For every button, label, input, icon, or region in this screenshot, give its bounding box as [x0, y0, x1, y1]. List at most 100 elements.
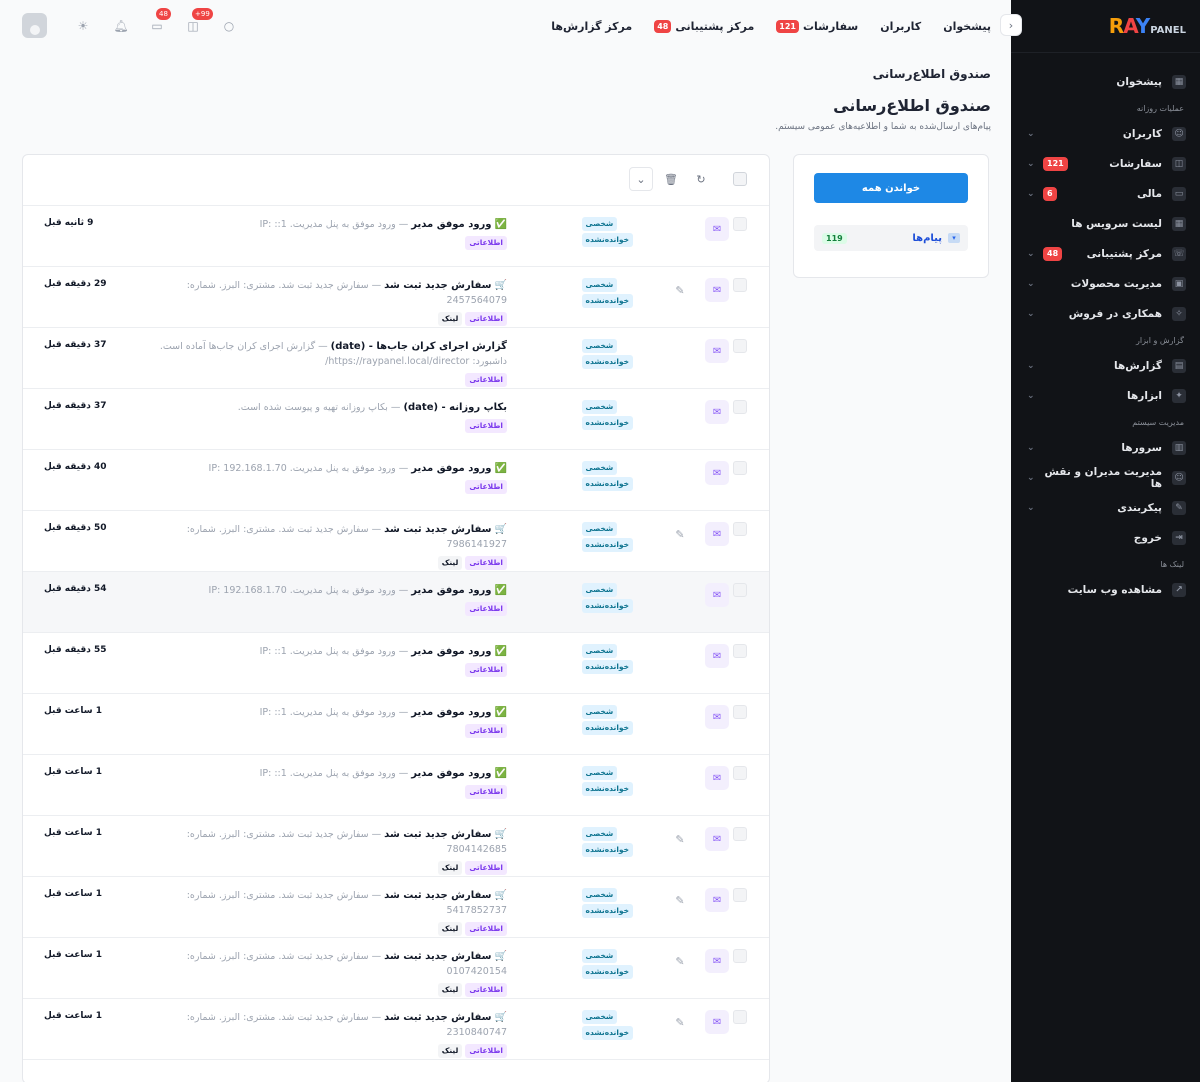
status-badge: خوانده‌نشده — [581, 477, 633, 491]
row-checkbox[interactable] — [733, 644, 747, 658]
notification-tag: اطلاعاتی — [465, 922, 507, 936]
row-checkbox[interactable] — [733, 705, 747, 719]
notification-row[interactable]: ✉ شخصی خوانده‌نشده ✅ ورود موفق مدیر — ورود … — [23, 450, 769, 511]
sidebar-item[interactable]: ▤ گزارش‌ها ⌄ — [1011, 351, 1200, 381]
brand-logo[interactable]: RAYPANEL — [1011, 0, 1200, 53]
row-checkbox[interactable] — [733, 278, 747, 292]
topnav-item[interactable]: کاربران — [880, 20, 921, 33]
sidebar-item[interactable]: ◫ سفارشات 121 ⌄ — [1011, 149, 1200, 179]
sidebar-item-label: گزارش‌ها — [1114, 360, 1162, 372]
status-badges: شخصی خوانده‌نشده — [581, 888, 633, 918]
topnav-item-label: مرکز پشتیبانی — [675, 20, 755, 33]
message-icon: ✉ — [705, 217, 729, 241]
open-link-icon[interactable]: ✎ — [673, 1015, 687, 1029]
open-link-icon[interactable]: ✎ — [673, 283, 687, 297]
more-dropdown-button[interactable]: ⌄ — [629, 167, 653, 191]
row-checkbox[interactable] — [733, 827, 747, 841]
message-icon: ✉ — [705, 766, 729, 790]
folder-messages[interactable]: ▾ پیام‌ها 119 — [814, 225, 968, 251]
notification-tags: اطلاعاتی — [127, 480, 507, 494]
sidebar-item-label: کاربران — [1122, 128, 1162, 140]
notification-text: 🛒 سفارش جدید ثبت شد — سفارش جدید ثبت شد.… — [186, 951, 507, 977]
row-checkbox[interactable] — [733, 400, 747, 414]
theme-toggle-icon[interactable]: ☀ — [74, 17, 92, 35]
sidebar-item-label: مالی — [1136, 188, 1162, 200]
sidebar-nav: ▦ پیشخوان عملیات روزانه ☺ کاربران ⌄ ◫ سفارشات 12… — [1011, 53, 1200, 605]
notification-row[interactable]: ✉ ✎ شخصی خوانده‌نشده 🛒 سفارش جدید ثبت شد — س… — [23, 511, 769, 572]
open-link-icon[interactable]: ✎ — [673, 954, 687, 968]
notification-tag: لینک — [437, 983, 463, 997]
sidebar-item-label: پیشخوان — [1116, 76, 1162, 88]
notification-body: ✅ ورود موفق مدیر — ورود موفق به پنل مدیر… — [127, 766, 507, 799]
refresh-button[interactable]: ↻ — [689, 167, 713, 191]
messages-icon[interactable]: ▭ 48 — [148, 7, 171, 35]
open-link-icon[interactable]: ✎ — [673, 527, 687, 541]
notification-emoji: ✅ — [494, 585, 507, 596]
sidebar-item[interactable]: ✦ ابزارها ⌄ — [1011, 381, 1200, 411]
notification-row[interactable]: ✉ ✎ شخصی خوانده‌نشده 🛒 سفارش جدید ثبت شد — س… — [23, 816, 769, 877]
row-checkbox[interactable] — [733, 339, 747, 353]
status-badge: شخصی — [581, 217, 618, 231]
sidebar-item-label: مرکز پشتیبانی — [1086, 248, 1162, 260]
cart-icon[interactable]: ◫ +99 — [184, 7, 213, 35]
open-link-icon[interactable]: ✎ — [673, 893, 687, 907]
sidebar-item[interactable]: ✎ پیکربندی ⌄ — [1011, 493, 1200, 523]
topnav-item[interactable]: مرکز پشتیبانی 48 — [654, 20, 754, 33]
sidebar-item[interactable]: ☺ کاربران ⌄ — [1011, 119, 1200, 149]
sidebar-item-label: پیکربندی — [1117, 502, 1162, 514]
row-checkbox[interactable] — [733, 461, 747, 475]
sidebar-item-label: مدیریت محصولات — [1070, 278, 1162, 290]
open-link-icon[interactable]: ✎ — [673, 832, 687, 846]
chevron-down-icon: ⌄ — [636, 172, 646, 186]
row-checkbox[interactable] — [733, 766, 747, 780]
chevron-down-icon: ⌄ — [1027, 473, 1035, 483]
notification-row[interactable]: ✉ شخصی خوانده‌نشده ✅ ورود موفق مدیر — ورود … — [23, 694, 769, 755]
delete-button[interactable]: 🗑︎ — [659, 167, 683, 191]
notification-row[interactable]: ✉ شخصی خوانده‌نشده ✅ ورود موفق مدیر — ورود … — [23, 206, 769, 267]
sidebar-item[interactable]: ↗ مشاهده وب سایت — [1011, 575, 1200, 605]
sidebar: RAYPANEL ▦ پیشخوان عملیات روزانه ☺ کاربران ⌄ ◫… — [1011, 0, 1200, 1082]
sidebar-item[interactable]: ☺ مدیریت مدیران و نقش ها ⌄ — [1011, 463, 1200, 493]
cart-badge: +99 — [192, 7, 213, 20]
sidebar-item[interactable]: ☏ مرکز پشتیبانی 48 ⌄ — [1011, 239, 1200, 269]
sidebar-item[interactable]: ▦ لیست سرویس ها — [1011, 209, 1200, 239]
notification-row[interactable]: ✉ شخصی خوانده‌نشده گزارش اجرای کران جاب‌ها … — [23, 328, 769, 389]
select-all-checkbox[interactable] — [733, 172, 747, 186]
avatar[interactable] — [22, 13, 47, 38]
sidebar-item[interactable]: ▦ پیشخوان — [1011, 67, 1200, 97]
notification-tags: اطلاعاتی لینک — [127, 1044, 507, 1058]
status-badge: خوانده‌نشده — [581, 1026, 633, 1040]
notification-row[interactable]: ✉ ✎ شخصی خوانده‌نشده 🛒 سفارش جدید ثبت شد — س… — [23, 938, 769, 999]
message-icon: ✉ — [705, 278, 729, 302]
notification-row[interactable]: ✉ شخصی خوانده‌نشده ✅ ورود موفق مدیر — ورود … — [23, 633, 769, 694]
row-checkbox[interactable] — [733, 522, 747, 536]
search-icon[interactable]: ○ — [220, 17, 238, 35]
top-navigation: پیشخوان کاربران سفارشات 121 مرکز پشتیبانی 48 م… — [551, 20, 991, 33]
sidebar-item[interactable]: ▭ مالی 6 ⌄ — [1011, 179, 1200, 209]
row-checkbox[interactable] — [733, 217, 747, 231]
notification-row[interactable]: ✉ ✎ شخصی خوانده‌نشده 🛒 سفارش جدید ثبت شد — س… — [23, 877, 769, 938]
notification-row[interactable]: ✉ شخصی خوانده‌نشده ✅ ورود موفق مدیر — ورود … — [23, 572, 769, 633]
bell-icon[interactable]: 🔔︎ — [112, 17, 130, 35]
topnav-item-label: مرکز گزارش‌ها — [551, 20, 633, 33]
status-badges: شخصی خوانده‌نشده — [581, 644, 633, 674]
sidebar-item[interactable]: ✧ همکاری در فروش ⌄ — [1011, 299, 1200, 329]
sidebar-section-title: لینک ها — [1160, 559, 1184, 569]
sidebar-item[interactable]: ▣ مدیریت محصولات ⌄ — [1011, 269, 1200, 299]
row-checkbox[interactable] — [733, 888, 747, 902]
notification-row[interactable]: ✉ شخصی خوانده‌نشده ✅ ورود موفق مدیر — ورود … — [23, 755, 769, 816]
row-checkbox[interactable] — [733, 949, 747, 963]
row-checkbox[interactable] — [733, 583, 747, 597]
sidebar-item[interactable]: ⇥ خروج — [1011, 523, 1200, 553]
sidebar-item[interactable]: ▥ سرورها ⌄ — [1011, 433, 1200, 463]
row-checkbox[interactable] — [733, 1010, 747, 1024]
notification-tag: اطلاعاتی — [465, 602, 507, 616]
notification-row[interactable]: ✉ شخصی خوانده‌نشده بکاپ روزانه - (date) — ب… — [23, 389, 769, 450]
sidebar-collapse-button[interactable]: ‹ — [1000, 14, 1022, 36]
notification-row[interactable]: ✉ ✎ شخصی خوانده‌نشده 🛒 سفارش جدید ثبت شد — س… — [23, 267, 769, 328]
topnav-item[interactable]: پیشخوان — [943, 20, 991, 33]
notification-row[interactable]: ✉ ✎ شخصی خوانده‌نشده 🛒 سفارش جدید ثبت شد — س… — [23, 999, 769, 1060]
topnav-item[interactable]: مرکز گزارش‌ها — [551, 20, 632, 33]
read-all-button[interactable]: خواندن همه — [814, 173, 968, 203]
topnav-item[interactable]: سفارشات 121 — [776, 20, 858, 33]
